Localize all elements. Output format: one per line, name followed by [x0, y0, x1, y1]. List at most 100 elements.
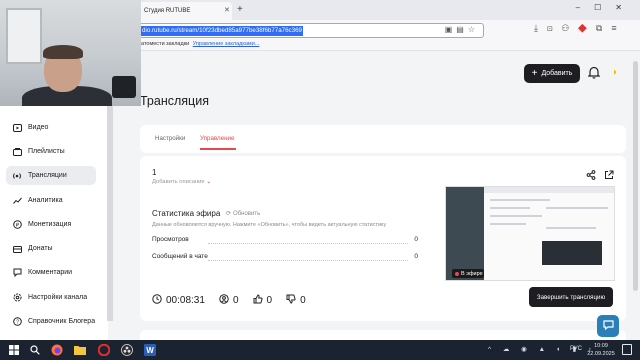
webcam-window-bg — [6, 8, 42, 64]
stats-hint: Данные обновляются вручную. Нажмите «Обн… — [152, 222, 387, 228]
address-bar[interactable]: dio.rutube.ru/stream/10f23dbed85a977be38… — [138, 23, 484, 38]
bookmarks-hint: атомести закладки Управление закладками.… — [141, 41, 260, 47]
comments-icon — [12, 268, 22, 278]
window-controls[interactable]: –☐✕ — [576, 3, 636, 12]
viewers-icon — [219, 294, 229, 307]
clock-date: 22.09.2025 — [587, 351, 615, 357]
stream-title: 1 — [152, 168, 157, 177]
opera-icon[interactable] — [97, 343, 111, 357]
sidebar-item-label: Донаты — [28, 245, 53, 252]
monetization-icon: ₽ — [12, 220, 22, 230]
duration-stat: 00:08:31 — [152, 294, 205, 307]
share-icon[interactable] — [586, 167, 596, 185]
thumbs-up-icon — [253, 294, 263, 307]
viewers-value: 0 — [232, 295, 239, 306]
search-icon[interactable] — [28, 343, 42, 357]
viewers-stat: 0 — [219, 294, 239, 307]
thumbs-down-icon — [286, 294, 296, 307]
tab-close-icon[interactable]: ✕ — [224, 6, 230, 14]
donate-icon — [12, 244, 22, 254]
svg-text:W: W — [146, 346, 154, 355]
bell-icon[interactable] — [587, 66, 601, 84]
webcam-chair — [112, 76, 136, 98]
taskbar-clock[interactable]: 10:09 22.09.2025 — [585, 342, 617, 358]
refresh-button[interactable]: ⟳ Обновить — [226, 210, 261, 218]
live-badge-label: В эфире — [461, 270, 483, 277]
stat-label: Сообщений в чате — [152, 253, 208, 260]
broadcast-icon — [12, 171, 22, 181]
page-title: Трансляция — [140, 94, 209, 108]
preview-line — [546, 207, 608, 209]
browser-tab-title: Студия RUTUBE — [144, 8, 191, 14]
plus-icon: + — [531, 67, 538, 79]
extension-icon[interactable]: ◆ — [578, 23, 596, 33]
firefox-icon[interactable] — [50, 343, 64, 357]
stream-preview[interactable]: В эфире — [445, 186, 615, 281]
input-language[interactable]: РУС — [570, 346, 582, 352]
windows-start-icon[interactable] — [7, 343, 21, 357]
preview-line — [490, 223, 526, 225]
word-icon[interactable]: W — [143, 343, 157, 357]
stat-row-chat-messages: Сообщений в чате 0 — [152, 253, 418, 263]
help-chat-button[interactable] — [597, 315, 619, 337]
sidebar-item-monetization[interactable]: ₽ Монетизация — [6, 215, 96, 234]
sidebar-item-label: Монетизация — [28, 221, 72, 228]
end-stream-button[interactable]: Завершить трансляцию — [529, 287, 613, 307]
playlist-icon — [12, 147, 22, 157]
live-badge: В эфире — [452, 269, 484, 278]
dislikes-value: 0 — [300, 295, 306, 306]
sidebar-scrollbar[interactable] — [107, 71, 113, 321]
sidebar-item-label: Трансляции — [28, 172, 67, 179]
tab-settings[interactable]: Настройки — [155, 135, 185, 142]
browser-toolbar-icons[interactable]: ⤓⊡⚇◆⧉≡ — [534, 23, 626, 34]
svg-text:?: ? — [16, 320, 19, 326]
sidebar-item-comments[interactable]: Комментарии — [6, 263, 96, 282]
stat-label: Просмотров — [152, 236, 189, 243]
tab-management[interactable]: Управление — [200, 135, 234, 142]
clock-icon — [152, 294, 162, 307]
sidebar-item-label: Плейлисты — [28, 148, 65, 155]
sidebar-item-label: Комментарии — [28, 269, 73, 276]
sidebar-item-playlists[interactable]: Плейлисты — [6, 142, 96, 161]
sidebar-item-label: Видео — [28, 124, 49, 131]
webcam-person-hair — [43, 45, 83, 59]
stat-value: 0 — [414, 253, 418, 260]
refresh-label: Обновить — [233, 210, 261, 217]
webcam-overlay — [0, 0, 141, 106]
tabs-card: Настройки Управление — [140, 125, 626, 153]
chevron-down-icon: ⌄ — [206, 179, 212, 185]
live-stats-bar: 00:08:31 0 0 0 — [152, 294, 320, 307]
sidebar-item-channel-settings[interactable]: Настройки канала — [6, 288, 96, 307]
clock-time: 10:09 — [594, 343, 608, 349]
sidebar-item-label: Настройки канала — [28, 294, 88, 301]
preview-browser-bar — [484, 187, 614, 193]
live-dot-icon — [455, 271, 459, 276]
likes-stat: 0 — [253, 294, 272, 307]
browser-tab[interactable]: Студия RUTUBE — [138, 2, 232, 20]
file-explorer-icon[interactable] — [73, 343, 87, 357]
sidebar-item-broadcasts[interactable]: Трансляции — [6, 166, 96, 185]
notifications-icon[interactable] — [622, 344, 632, 355]
manage-bookmarks-link[interactable]: Управление закладками... — [193, 41, 260, 47]
address-bar-icons[interactable]: ▣▤☆ — [445, 25, 479, 34]
analytics-icon — [12, 196, 22, 206]
add-description-link[interactable]: Добавить описание ⌄ — [152, 179, 211, 185]
sidebar-item-video[interactable]: Видео — [6, 118, 96, 137]
sidebar-item-donates[interactable]: Донаты — [6, 239, 96, 258]
taskbar: W ^ ☁ ◉ ▲ ◐ ▮ ♪ РУС 10:09 22.09.2025 — [0, 340, 640, 360]
new-tab-icon[interactable]: + — [237, 4, 243, 15]
sidebar-item-handbook[interactable]: ? Справочник Блогера — [6, 312, 96, 331]
address-url[interactable]: dio.rutube.ru/stream/10f23dbed85a977be38… — [141, 26, 303, 36]
obs-icon[interactable] — [120, 343, 134, 357]
page-scrollbar[interactable] — [633, 61, 638, 291]
sidebar-item-analytics[interactable]: Аналитика — [6, 191, 96, 210]
preview-line — [490, 199, 550, 201]
add-button[interactable]: + Добавить — [524, 64, 580, 83]
screen: Студия RUTUBE ✕ + –☐✕ dio.rutube.ru/stre… — [0, 0, 640, 360]
account-avatar-icon[interactable]: ◗ — [612, 67, 618, 78]
sidebar-item-label: Справочник Блогера — [28, 318, 96, 325]
duration-value: 00:08:31 — [166, 295, 205, 306]
sidebar-item-label: Аналитика — [28, 197, 63, 204]
preview-webcam-area — [446, 187, 484, 280]
open-external-icon[interactable] — [604, 167, 614, 185]
